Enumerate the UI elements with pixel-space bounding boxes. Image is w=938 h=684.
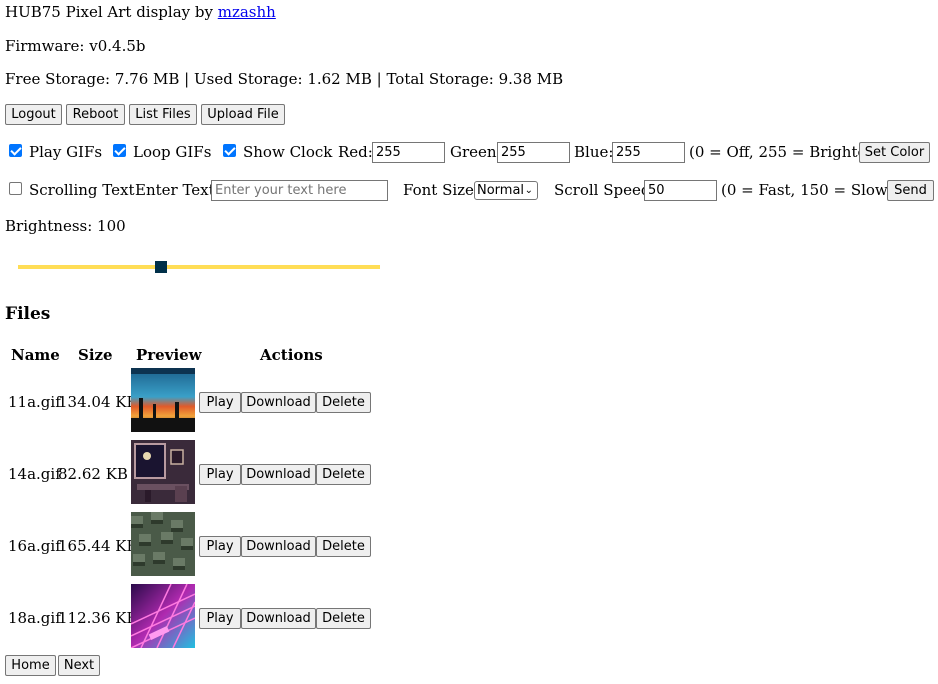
play-gifs-checkbox[interactable] [9, 144, 22, 157]
font-size-value: Normal [477, 183, 525, 198]
delete-button[interactable]: Delete [316, 392, 371, 413]
brightness-slider[interactable] [18, 258, 380, 276]
slider-thumb[interactable] [155, 261, 167, 273]
upload-file-button[interactable]: Upload File [201, 104, 285, 125]
file-preview-image [131, 440, 195, 504]
play-button[interactable]: Play [199, 608, 241, 629]
download-button[interactable]: Download [241, 608, 316, 629]
show-clock-label: Show Clock [243, 143, 333, 161]
red-label: Red: [338, 143, 373, 161]
green-label: Green: [450, 143, 502, 161]
download-button[interactable]: Download [241, 464, 316, 485]
brightness-label: Brightness: 100 [5, 217, 126, 235]
blue-input[interactable]: 255 [612, 142, 685, 163]
play-button[interactable]: Play [199, 464, 241, 485]
enter-text-label: Enter Text: [135, 181, 220, 199]
firmware-version: Firmware: v0.4.5b [5, 37, 146, 55]
download-button[interactable]: Download [241, 536, 316, 557]
next-button[interactable]: Next [58, 655, 100, 676]
author-link[interactable]: mzashh [218, 3, 276, 21]
green-input[interactable]: 255 [497, 142, 570, 163]
play-gifs-label: Play GIFs [29, 143, 103, 161]
delete-button[interactable]: Delete [316, 608, 371, 629]
file-name: 16a.gif [8, 537, 61, 555]
delete-button[interactable]: Delete [316, 536, 371, 557]
col-size-header: Size [78, 346, 113, 364]
chevron-down-icon: ⌄ [524, 185, 533, 196]
font-size-select[interactable]: Normal ⌄ [474, 181, 538, 200]
col-actions-header: Actions [260, 346, 323, 364]
logout-button[interactable]: Logout [5, 104, 62, 125]
play-button[interactable]: Play [199, 392, 241, 413]
home-button[interactable]: Home [5, 655, 56, 676]
loop-gifs-label: Loop GIFs [133, 143, 212, 161]
file-name: 18a.gif [8, 609, 61, 627]
scrolling-text-label: Scrolling Text [29, 181, 135, 199]
scroll-speed-label: Scroll Speed: [554, 181, 656, 199]
download-button[interactable]: Download [241, 392, 316, 413]
title-text: HUB75 Pixel Art display by [5, 3, 213, 21]
delete-button[interactable]: Delete [316, 464, 371, 485]
file-preview-image [131, 368, 195, 432]
list-files-button[interactable]: List Files [129, 104, 197, 125]
play-button[interactable]: Play [199, 536, 241, 557]
file-size: 134.04 KB [58, 393, 138, 411]
col-name-header: Name [11, 346, 60, 364]
file-preview-image [131, 512, 195, 576]
send-button[interactable]: Send [887, 180, 934, 201]
slider-track[interactable] [18, 265, 380, 269]
scrolling-text-checkbox[interactable] [9, 182, 22, 195]
blue-label: Blue: [574, 143, 614, 161]
red-input[interactable]: 255 [372, 142, 445, 163]
files-heading: Files [5, 304, 51, 324]
loop-gifs-checkbox[interactable] [113, 144, 126, 157]
color-hint: (0 = Off, 255 = Brightest) [689, 143, 886, 161]
scroll-text-input[interactable]: Enter your text here [211, 180, 388, 201]
file-size: 165.44 KB [58, 537, 138, 555]
show-clock-checkbox[interactable] [223, 144, 236, 157]
reboot-button[interactable]: Reboot [66, 104, 125, 125]
file-size: 112.36 KB [58, 609, 138, 627]
file-size: 82.62 KB [58, 465, 128, 483]
font-size-label: Font Size: [403, 181, 479, 199]
col-preview-header: Preview [136, 346, 202, 364]
scroll-speed-input[interactable]: 50 [644, 180, 717, 201]
file-preview-image [131, 584, 195, 648]
storage-info: Free Storage: 7.76 MB | Used Storage: 1.… [5, 70, 564, 88]
file-name: 14a.gif [8, 465, 61, 483]
file-name: 11a.gif [8, 393, 61, 411]
page-title: HUB75 Pixel Art display by mzashh [5, 3, 276, 21]
set-color-button[interactable]: Set Color [859, 142, 930, 163]
